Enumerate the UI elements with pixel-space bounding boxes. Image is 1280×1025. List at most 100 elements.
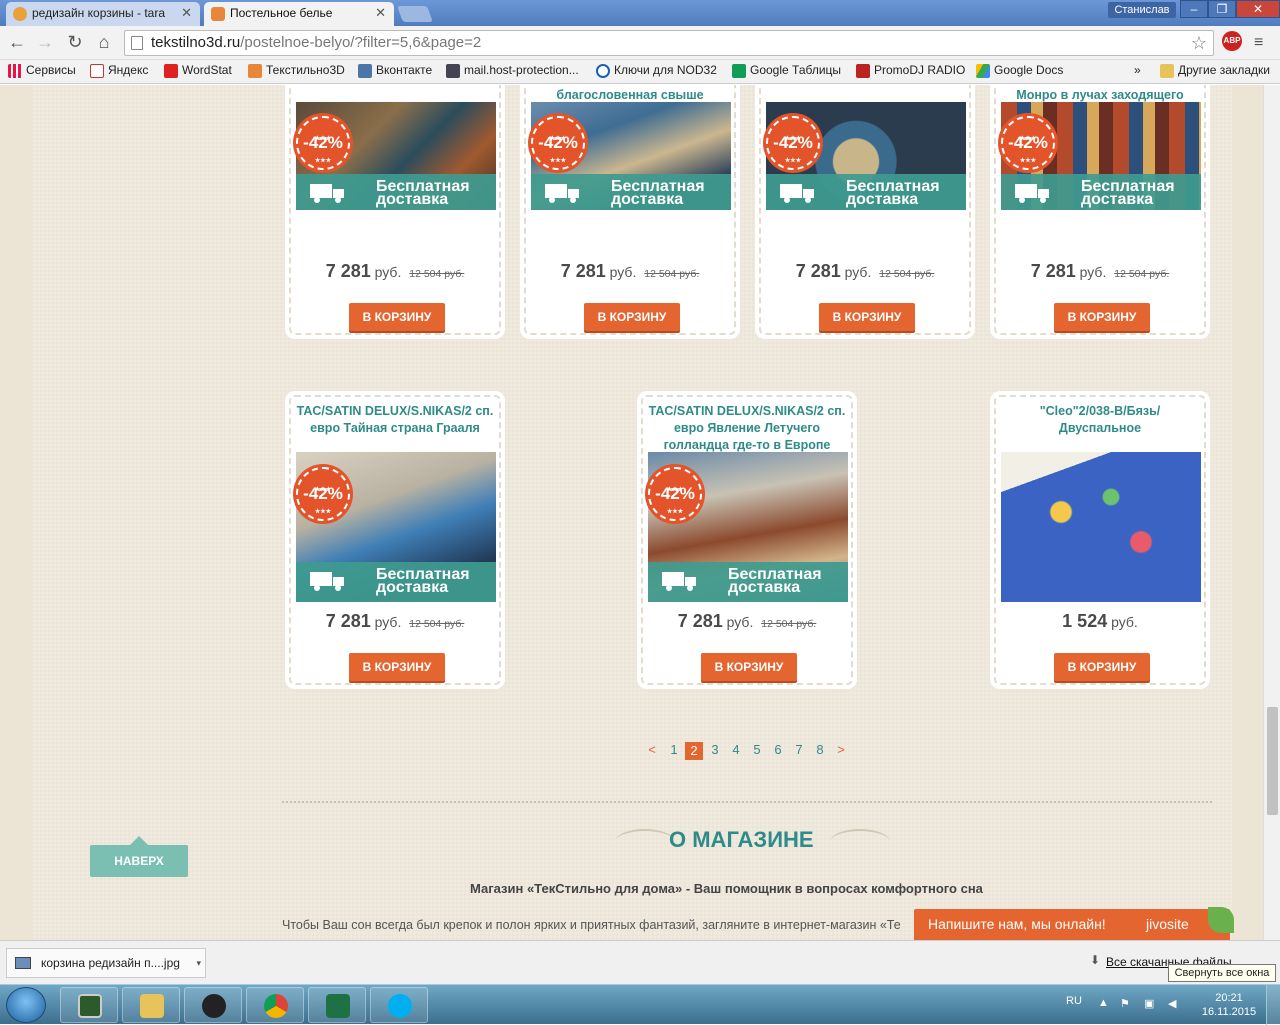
pagination-current-page[interactable]: 2 [685, 742, 703, 760]
discount-badge: -42% [531, 114, 585, 186]
chat-label: Напишите нам, мы онлайн! [928, 916, 1106, 932]
bookmarks-more-icon[interactable]: » [1116, 63, 1141, 77]
bookmark-google-docs[interactable]: Google Docs [976, 63, 1063, 78]
profile-button[interactable]: Станислав [1108, 2, 1176, 18]
bookmark-wordstat[interactable]: WordStat [164, 63, 232, 78]
bookmarks-bar: Сервисы Яндекс WordStat Текстильно3D Вко… [0, 60, 1280, 84]
tab-bedding[interactable]: Постельное белье ✕ [204, 2, 394, 26]
product-card: Бесплатнаядоставка -42% 7 281 руб. 12 50… [759, 85, 971, 335]
back-to-top-button[interactable]: НАВЕРХ [90, 836, 188, 877]
back-icon[interactable]: ← [6, 32, 28, 53]
about-subtitle: Магазин «ТекСтильно для дома» - Ваш помо… [470, 881, 983, 896]
product-title[interactable]: "Cleo"2/038-B/Бязь/Двуспальное [996, 403, 1204, 437]
pagination-page[interactable]: 3 [706, 742, 724, 757]
product-price: 7 281 руб. 12 504 руб. [560, 261, 700, 281]
ornament-left [615, 829, 675, 855]
bookmark-star-icon[interactable]: ☆ [1191, 31, 1207, 55]
tray-arrow-icon[interactable]: ▲ [1098, 997, 1112, 1011]
product-price: 7 281 руб. 12 504 руб. [325, 611, 465, 631]
bookmark-yandex[interactable]: Яндекс [90, 63, 148, 78]
add-to-cart-button[interactable]: В КОРЗИНУ [1054, 653, 1150, 681]
start-button[interactable] [6, 987, 46, 1023]
bookmark-vkontakte[interactable]: Вконтакте [358, 63, 432, 78]
tooltip: Свернуть все окна [1168, 964, 1276, 982]
monitor-icon [78, 994, 102, 1018]
pagination-prev[interactable]: < [643, 742, 661, 757]
add-to-cart-button[interactable]: В КОРЗИНУ [349, 653, 445, 681]
apps-icon [8, 64, 22, 78]
product-price: 1 524 руб. [1062, 611, 1138, 631]
pagination-page[interactable]: 7 [790, 742, 808, 757]
bookmark-tekstilno3d[interactable]: Текстильно3D [248, 63, 345, 78]
taskbar-app-chrome[interactable] [246, 987, 304, 1023]
bookmark-nod32[interactable]: Ключи для NOD32 [596, 63, 717, 78]
close-window-icon[interactable]: ✕ [1236, 0, 1280, 18]
close-tab-icon[interactable]: ✕ [375, 5, 386, 21]
other-bookmarks[interactable]: Другие закладки [1160, 63, 1270, 78]
taskbar-app-excel[interactable] [308, 987, 366, 1023]
taskbar-app-skype[interactable] [370, 987, 428, 1023]
page-icon [131, 36, 143, 50]
chrome-menu-icon[interactable]: ≡ [1254, 34, 1263, 52]
product-title[interactable]: TAC/SATIN DELUX/S.NIKAS/2 сп. евро Тайная… [291, 403, 499, 437]
pagination-page[interactable]: 6 [769, 742, 787, 757]
add-to-cart-button[interactable]: В КОРЗИНУ [701, 653, 797, 681]
product-image[interactable] [1001, 452, 1201, 602]
bookmark-services[interactable]: Сервисы [8, 63, 76, 78]
chat-widget[interactable]: Напишите нам, мы онлайн! jivosite [914, 907, 1234, 940]
product-title[interactable]: TAC/SATIN DELUX/S.NIKAS/2 сп. евро Явлени… [643, 403, 851, 454]
add-to-cart-button[interactable]: В КОРЗИНУ [584, 303, 680, 331]
vk-icon [358, 64, 372, 78]
ornament-right [830, 829, 890, 855]
product-card: TAC/SATIN DELUX/S.NIKAS/2 сп. евро Явлени… [641, 395, 853, 685]
close-tab-icon[interactable]: ✕ [181, 5, 192, 21]
language-indicator[interactable]: RU [1066, 995, 1082, 1007]
forward-icon[interactable]: → [34, 32, 56, 53]
page-scrollbar[interactable] [1263, 85, 1280, 940]
pagination-page[interactable]: 8 [811, 742, 829, 757]
home-icon[interactable]: ⌂ [93, 32, 115, 53]
add-to-cart-button[interactable]: В КОРЗИНУ [1054, 303, 1150, 331]
reload-icon[interactable]: ↻ [64, 32, 86, 53]
tab-favicon-icon [211, 7, 225, 21]
pagination-page[interactable]: 1 [665, 742, 683, 757]
bookmark-mail-host[interactable]: mail.host-protection... [446, 63, 579, 78]
tray-volume-icon[interactable]: ◀ [1168, 997, 1182, 1011]
show-desktop-button[interactable] [1266, 985, 1280, 1025]
shield-icon [446, 64, 460, 78]
taskbar-app-jabber[interactable] [184, 987, 242, 1023]
product-price: 7 281 руб. 12 504 руб. [325, 261, 465, 281]
pagination-page[interactable]: 4 [727, 742, 745, 757]
scrollbar-thumb[interactable] [1267, 707, 1278, 815]
jivosite-leaf-icon [1208, 907, 1234, 933]
minimize-icon[interactable]: – [1180, 0, 1208, 18]
product-card: TAC/SATIN DELUX/S.NIKAS/2 сп. евро Тайная… [289, 395, 501, 685]
clock[interactable]: 20:21 16.11.2015 [1200, 991, 1258, 1019]
tab-redesign[interactable]: редизайн корзины - tara ✕ [6, 2, 200, 26]
pagination-page[interactable]: 5 [748, 742, 766, 757]
tray-network-icon[interactable]: ▣ [1144, 997, 1158, 1011]
download-filename: корзина редизайн п....jpg [41, 956, 180, 970]
address-bar[interactable]: tekstilno3d.ru/postelnoe-belyo/?filter=5… [124, 30, 1214, 56]
pagination-next[interactable]: > [832, 742, 850, 757]
bookmark-promodj[interactable]: PromoDJ RADIO [856, 63, 965, 78]
adblock-icon[interactable]: ABP [1222, 31, 1242, 51]
discount-badge: -42% [648, 465, 702, 537]
restore-icon[interactable]: ❐ [1208, 0, 1236, 18]
ie-icon [596, 64, 610, 78]
download-item[interactable]: корзина редизайн п....jpg ▾ [6, 948, 206, 978]
browser-titlebar: редизайн корзины - tara ✕ Постельное бел… [0, 0, 1280, 26]
add-to-cart-button[interactable]: В КОРЗИНУ [819, 303, 915, 331]
taskbar: RU ▲ ⚑ ▣ ◀ 20:21 16.11.2015 [0, 984, 1280, 1025]
product-card: благословенная свыше Бесплатная доставка … [524, 85, 736, 335]
add-to-cart-button[interactable]: В КОРЗИНУ [349, 303, 445, 331]
download-menu-icon[interactable]: ▾ [196, 949, 201, 977]
bookmark-google-sheets[interactable]: Google Таблицы [732, 63, 841, 78]
tray-flag-icon[interactable]: ⚑ [1120, 997, 1134, 1011]
taskbar-app-monitor[interactable] [60, 987, 118, 1023]
taskbar-app-explorer[interactable] [122, 987, 180, 1023]
url-path: /postelnoe-belyo/?filter=5,6&page=2 [240, 34, 482, 51]
tab-title: Постельное белье [230, 6, 333, 20]
chat-brand: jivosite [1146, 916, 1189, 932]
new-tab-button[interactable] [397, 6, 433, 22]
